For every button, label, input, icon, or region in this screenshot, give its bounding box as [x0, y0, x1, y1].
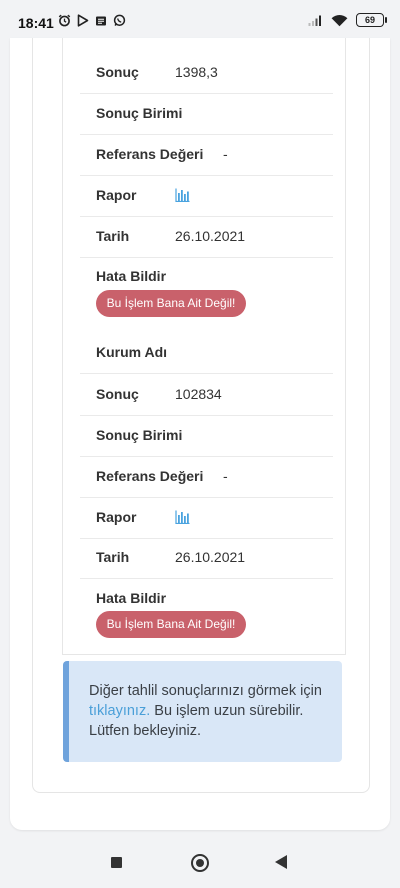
status-time: 18:41 [18, 15, 54, 31]
result-label: Sonuç [96, 386, 139, 402]
alarm-icon [58, 14, 71, 27]
bar-chart-icon[interactable] [175, 188, 190, 207]
report-error-label: Hata Bildir [96, 590, 167, 606]
not-mine-button[interactable]: Bu İşlem Bana Ait Değil! [96, 290, 246, 317]
unit-row: Sonuç Birimi [80, 93, 333, 135]
not-mine-button[interactable]: Bu İşlem Bana Ait Değil! [96, 611, 246, 638]
report-error-label: Hata Bildir [96, 268, 167, 284]
report-label: Rapor [96, 187, 137, 203]
reference-value: - [223, 468, 228, 484]
reference-value: - [223, 146, 228, 162]
wifi-icon [331, 14, 348, 26]
unit-label: Sonuç Birimi [96, 427, 183, 443]
battery-indicator: 69 [356, 13, 387, 27]
reference-label: Referans Değeri [96, 146, 204, 162]
whatsapp-icon [113, 14, 126, 26]
bar-chart-icon[interactable] [175, 510, 190, 529]
play-store-icon [77, 14, 89, 27]
date-row: Tarih 26.10.2021 [80, 216, 333, 258]
status-system-icons: 69 [308, 13, 387, 27]
signal-icon [308, 15, 321, 26]
recents-icon[interactable] [111, 857, 122, 868]
report-row: Rapor [80, 497, 333, 539]
home-icon[interactable] [191, 854, 209, 872]
reference-label: Referans Değeri [96, 468, 204, 484]
report-label: Rapor [96, 509, 137, 525]
date-label: Tarih [96, 228, 130, 244]
result-value: 1398,3 [175, 64, 218, 80]
info-alert: Diğer tahlil sonuçlarınızı görmek için t… [63, 661, 342, 762]
institution-label: Kurum Adı [96, 344, 168, 360]
date-row: Tarih 26.10.2021 [80, 537, 333, 579]
date-label: Tarih [96, 549, 130, 565]
result-row: Sonuç 102834 [80, 374, 333, 416]
status-notification-icons [58, 14, 126, 27]
date-value: 26.10.2021 [175, 228, 246, 244]
unit-label: Sonuç Birimi [96, 105, 183, 121]
info-text-before: Diğer tahlil sonuçlarınızı görmek için [89, 683, 322, 699]
back-icon[interactable] [275, 855, 287, 869]
click-here-link[interactable]: tıklayınız. [89, 703, 150, 719]
institution-row: Kurum Adı [80, 332, 333, 374]
message-icon [96, 16, 106, 25]
result-row: Sonuç 1398,3 [80, 52, 333, 94]
report-row: Rapor [80, 175, 333, 217]
result-value: 102834 [175, 386, 222, 402]
unit-row: Sonuç Birimi [80, 415, 333, 457]
reference-row: Referans Değeri - [80, 134, 333, 176]
reference-row: Referans Değeri - [80, 456, 333, 498]
result-label: Sonuç [96, 64, 139, 80]
date-value: 26.10.2021 [175, 549, 246, 565]
